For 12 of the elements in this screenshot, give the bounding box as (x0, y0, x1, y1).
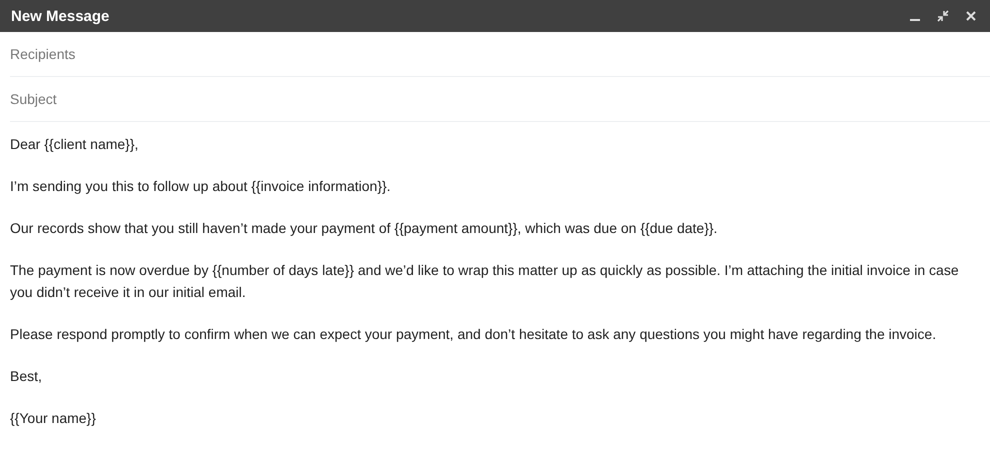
message-paragraph: Best, (10, 367, 43, 386)
close-icon[interactable] (964, 9, 978, 23)
subject-field[interactable]: Subject (10, 91, 990, 107)
recipients-field[interactable]: Recipients (10, 46, 990, 62)
message-paragraph: Our records show that you still haven’t made your payment of {{payment amount}}, which was due on {{due date}}. (10, 219, 718, 238)
message-paragraph: The payment is now overdue by {{number of days late}} and we’d like to wrap this matter up as quickly as possible. I’m attaching the initial invoice in case you didn’t receive it in our initial email. (10, 261, 960, 302)
message-paragraph: Dear {{client name}}, (10, 135, 140, 154)
exit-fullscreen-icon[interactable] (936, 9, 950, 23)
message-paragraph: {{Your name}} (10, 409, 97, 428)
window-title: New Message (11, 8, 110, 24)
message-paragraph: I’m sending you this to follow up about {{invoice information}}. (10, 177, 392, 196)
message-paragraph: Please respond promptly to confirm when we can expect your payment, and don’t hesitate to ask any questions you might have regarding the invoice. (10, 325, 938, 344)
